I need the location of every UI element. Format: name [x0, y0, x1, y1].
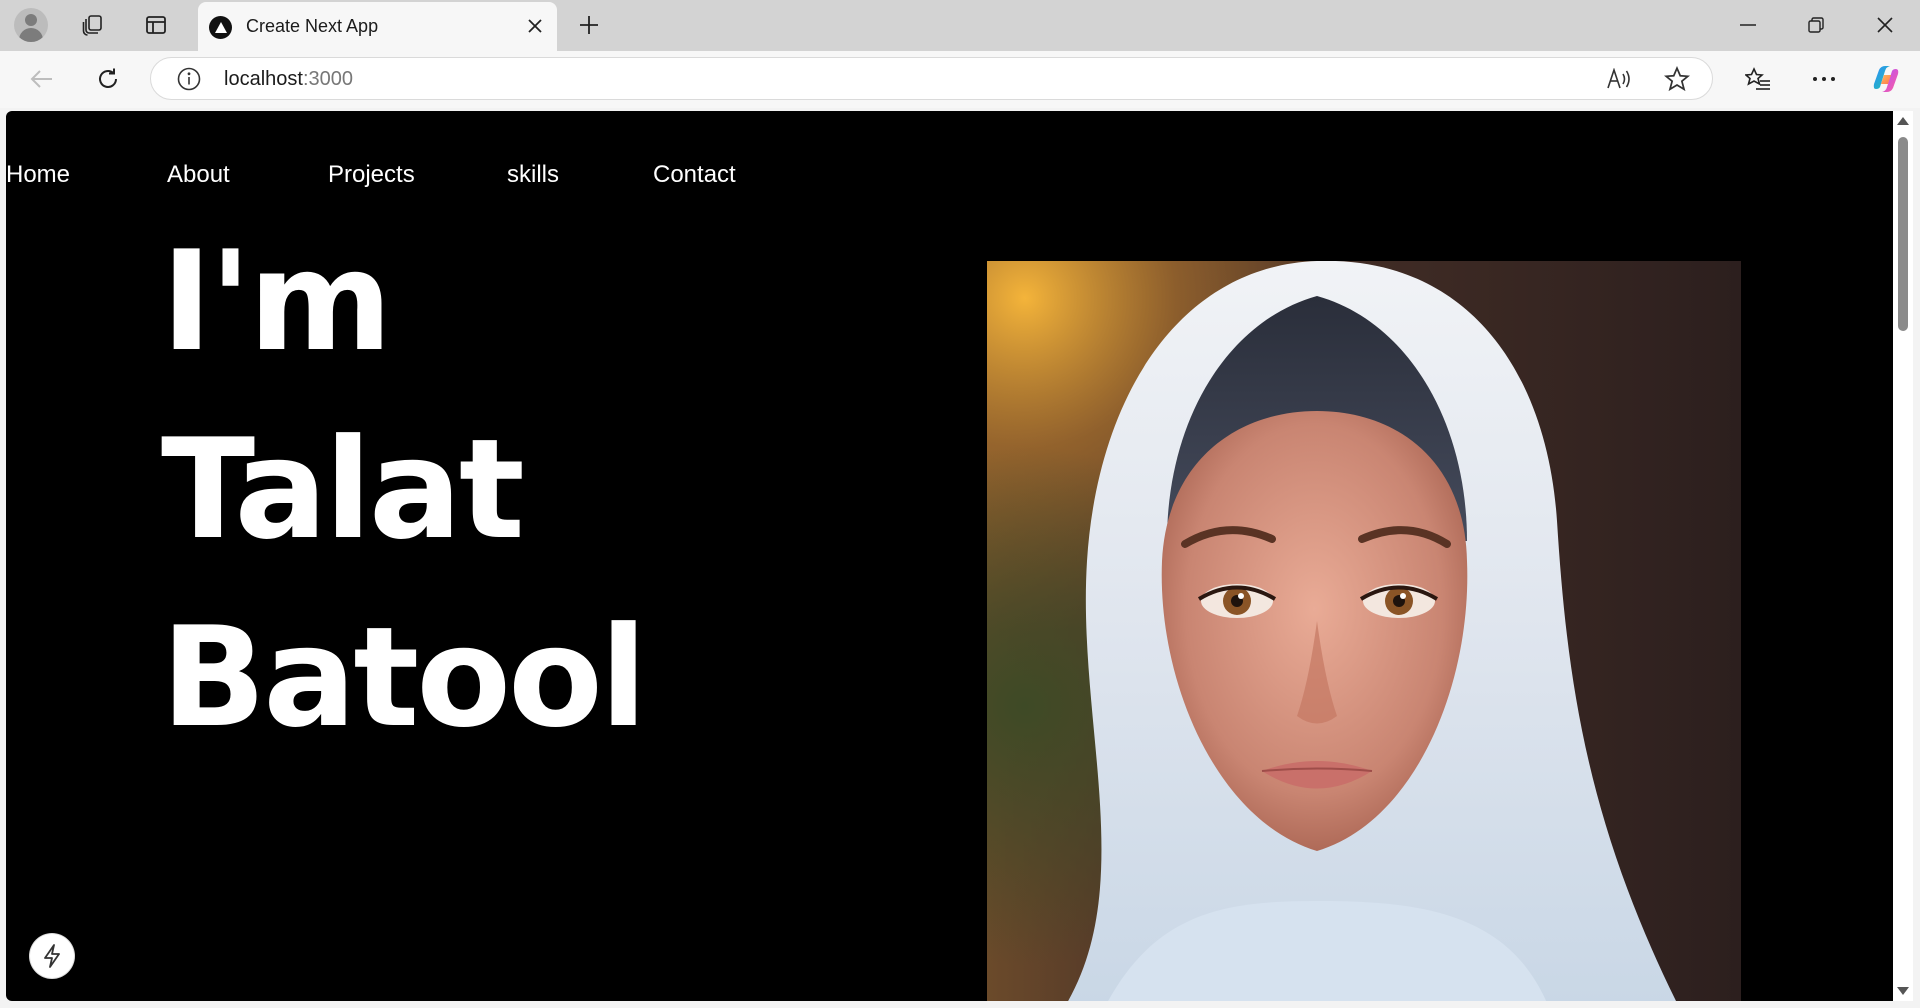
scroll-up-icon[interactable] [1896, 115, 1910, 127]
hero-line-3: Batool [161, 597, 647, 758]
nav-link-projects[interactable]: Projects [328, 161, 415, 189]
tab-strip: Create Next App [0, 0, 1920, 51]
nav-link-contact[interactable]: Contact [653, 161, 736, 189]
tab-active[interactable]: Create Next App [198, 2, 557, 51]
window-bottom-edge [0, 1001, 1920, 1008]
lightning-bolt-icon[interactable] [30, 934, 74, 978]
close-tab-icon[interactable] [521, 12, 549, 40]
profile-portrait-image [987, 261, 1741, 1001]
nav-link-home[interactable]: Home [6, 161, 70, 189]
profile-avatar-icon[interactable] [14, 8, 48, 42]
hero-line-2: Talat [161, 409, 525, 570]
scrollbar-thumb[interactable] [1898, 137, 1908, 331]
new-tab-plus-icon[interactable] [570, 7, 608, 43]
read-aloud-icon[interactable] [1603, 64, 1635, 94]
workspaces-icon[interactable] [74, 7, 112, 43]
url-host: localhost [224, 68, 303, 90]
url-text: localhost:3000 [224, 68, 353, 91]
scroll-down-icon[interactable] [1896, 985, 1910, 997]
minimize-icon[interactable] [1714, 0, 1782, 50]
page-scrollbar[interactable] [1893, 111, 1913, 1001]
favorites-list-icon[interactable] [1738, 60, 1778, 98]
nav-link-skills[interactable]: skills [507, 161, 559, 189]
more-dots-icon[interactable] [1804, 60, 1844, 98]
star-icon[interactable] [1661, 64, 1693, 94]
nextjs-triangle-icon [209, 16, 232, 39]
tab-title: Create Next App [246, 16, 379, 36]
copilot-icon[interactable] [1866, 60, 1906, 98]
address-bar[interactable]: localhost:3000 [150, 57, 1713, 100]
vertical-tabs-icon[interactable] [137, 7, 175, 43]
address-toolbar: localhost:3000 [0, 51, 1920, 108]
restore-icon[interactable] [1782, 0, 1850, 50]
nav-link-about[interactable]: About [167, 161, 230, 189]
refresh-icon[interactable] [88, 60, 128, 98]
page-viewport: Home About Projects skills Contact I'm T… [6, 111, 1893, 1001]
close-window-icon[interactable] [1851, 0, 1919, 50]
info-icon[interactable] [176, 66, 202, 92]
url-port: :3000 [302, 68, 353, 90]
back-arrow-icon[interactable] [22, 60, 62, 98]
hero-line-1: I'm [161, 221, 392, 382]
